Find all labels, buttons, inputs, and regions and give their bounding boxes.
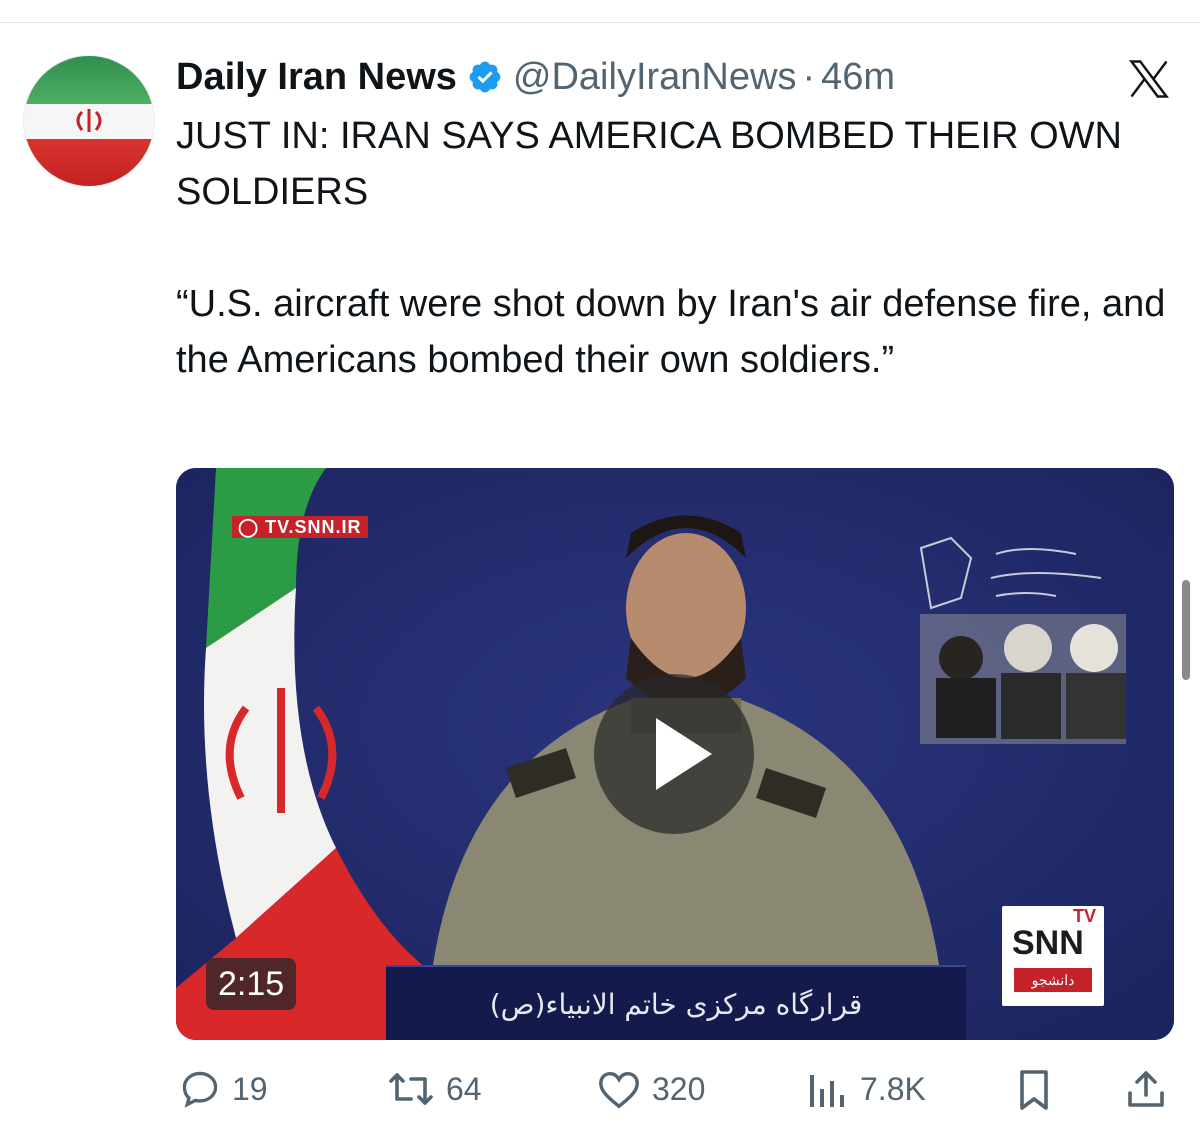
action-bar: 19 64 320 7.8K: [0, 1064, 1200, 1114]
like-button[interactable]: 320: [596, 1064, 705, 1114]
x-logo-icon[interactable]: [1126, 58, 1172, 100]
like-count: 320: [652, 1070, 706, 1107]
views-count: 7.8K: [860, 1070, 926, 1107]
bookmark-button[interactable]: [1014, 1064, 1054, 1114]
play-button[interactable]: [594, 674, 754, 834]
scrollbar[interactable]: [1182, 580, 1190, 680]
video-player[interactable]: ◯ TV.SNN.IR TV SNN دانشجو قرارگاه مرکزی …: [176, 468, 1174, 1040]
watermark-text: TV.SNN.IR: [265, 517, 362, 537]
tweet-header: Daily Iran News @DailyIranNews · 46m: [176, 52, 895, 102]
author-name[interactable]: Daily Iran News: [176, 56, 457, 99]
views-icon: [810, 1075, 844, 1107]
timestamp[interactable]: 46m: [821, 56, 895, 99]
watermark-label: ◯ TV.SNN.IR: [232, 516, 368, 538]
tweet-title: JUST IN: IRAN SAYS AMERICA BOMBED THEIR …: [176, 115, 1122, 213]
avatar[interactable]: [24, 56, 154, 186]
channel-logo-text: SNN: [1012, 924, 1084, 962]
channel-logo-sub: دانشجو: [1014, 968, 1092, 992]
tweet-quote: “U.S. aircraft were shot down by Iran's …: [176, 283, 1166, 381]
video-duration: 2:15: [206, 958, 297, 1010]
reply-button[interactable]: 19: [178, 1064, 268, 1114]
iran-emblem-icon: [76, 109, 102, 132]
share-icon: [1128, 1071, 1164, 1107]
heart-icon: [599, 1071, 639, 1109]
reply-icon: [182, 1071, 218, 1108]
repost-icon: [389, 1073, 433, 1105]
views-button[interactable]: 7.8K: [806, 1064, 926, 1114]
author-handle[interactable]: @DailyIranNews: [513, 56, 797, 99]
repost-count: 64: [446, 1070, 482, 1107]
instagram-icon: ◯: [238, 517, 260, 537]
bookmark-icon: [1020, 1070, 1048, 1110]
podium-caption: قرارگاه مرکزی خاتم الانبیاء(ص): [386, 965, 966, 1040]
play-icon: [656, 718, 712, 790]
reply-count: 19: [232, 1070, 268, 1107]
verified-badge-icon: [469, 61, 501, 93]
channel-logo: TV SNN دانشجو: [1002, 906, 1104, 1006]
share-button[interactable]: [1124, 1064, 1168, 1114]
repost-button[interactable]: 64: [386, 1064, 482, 1114]
separator: ·: [802, 55, 816, 98]
top-divider: [0, 22, 1200, 23]
